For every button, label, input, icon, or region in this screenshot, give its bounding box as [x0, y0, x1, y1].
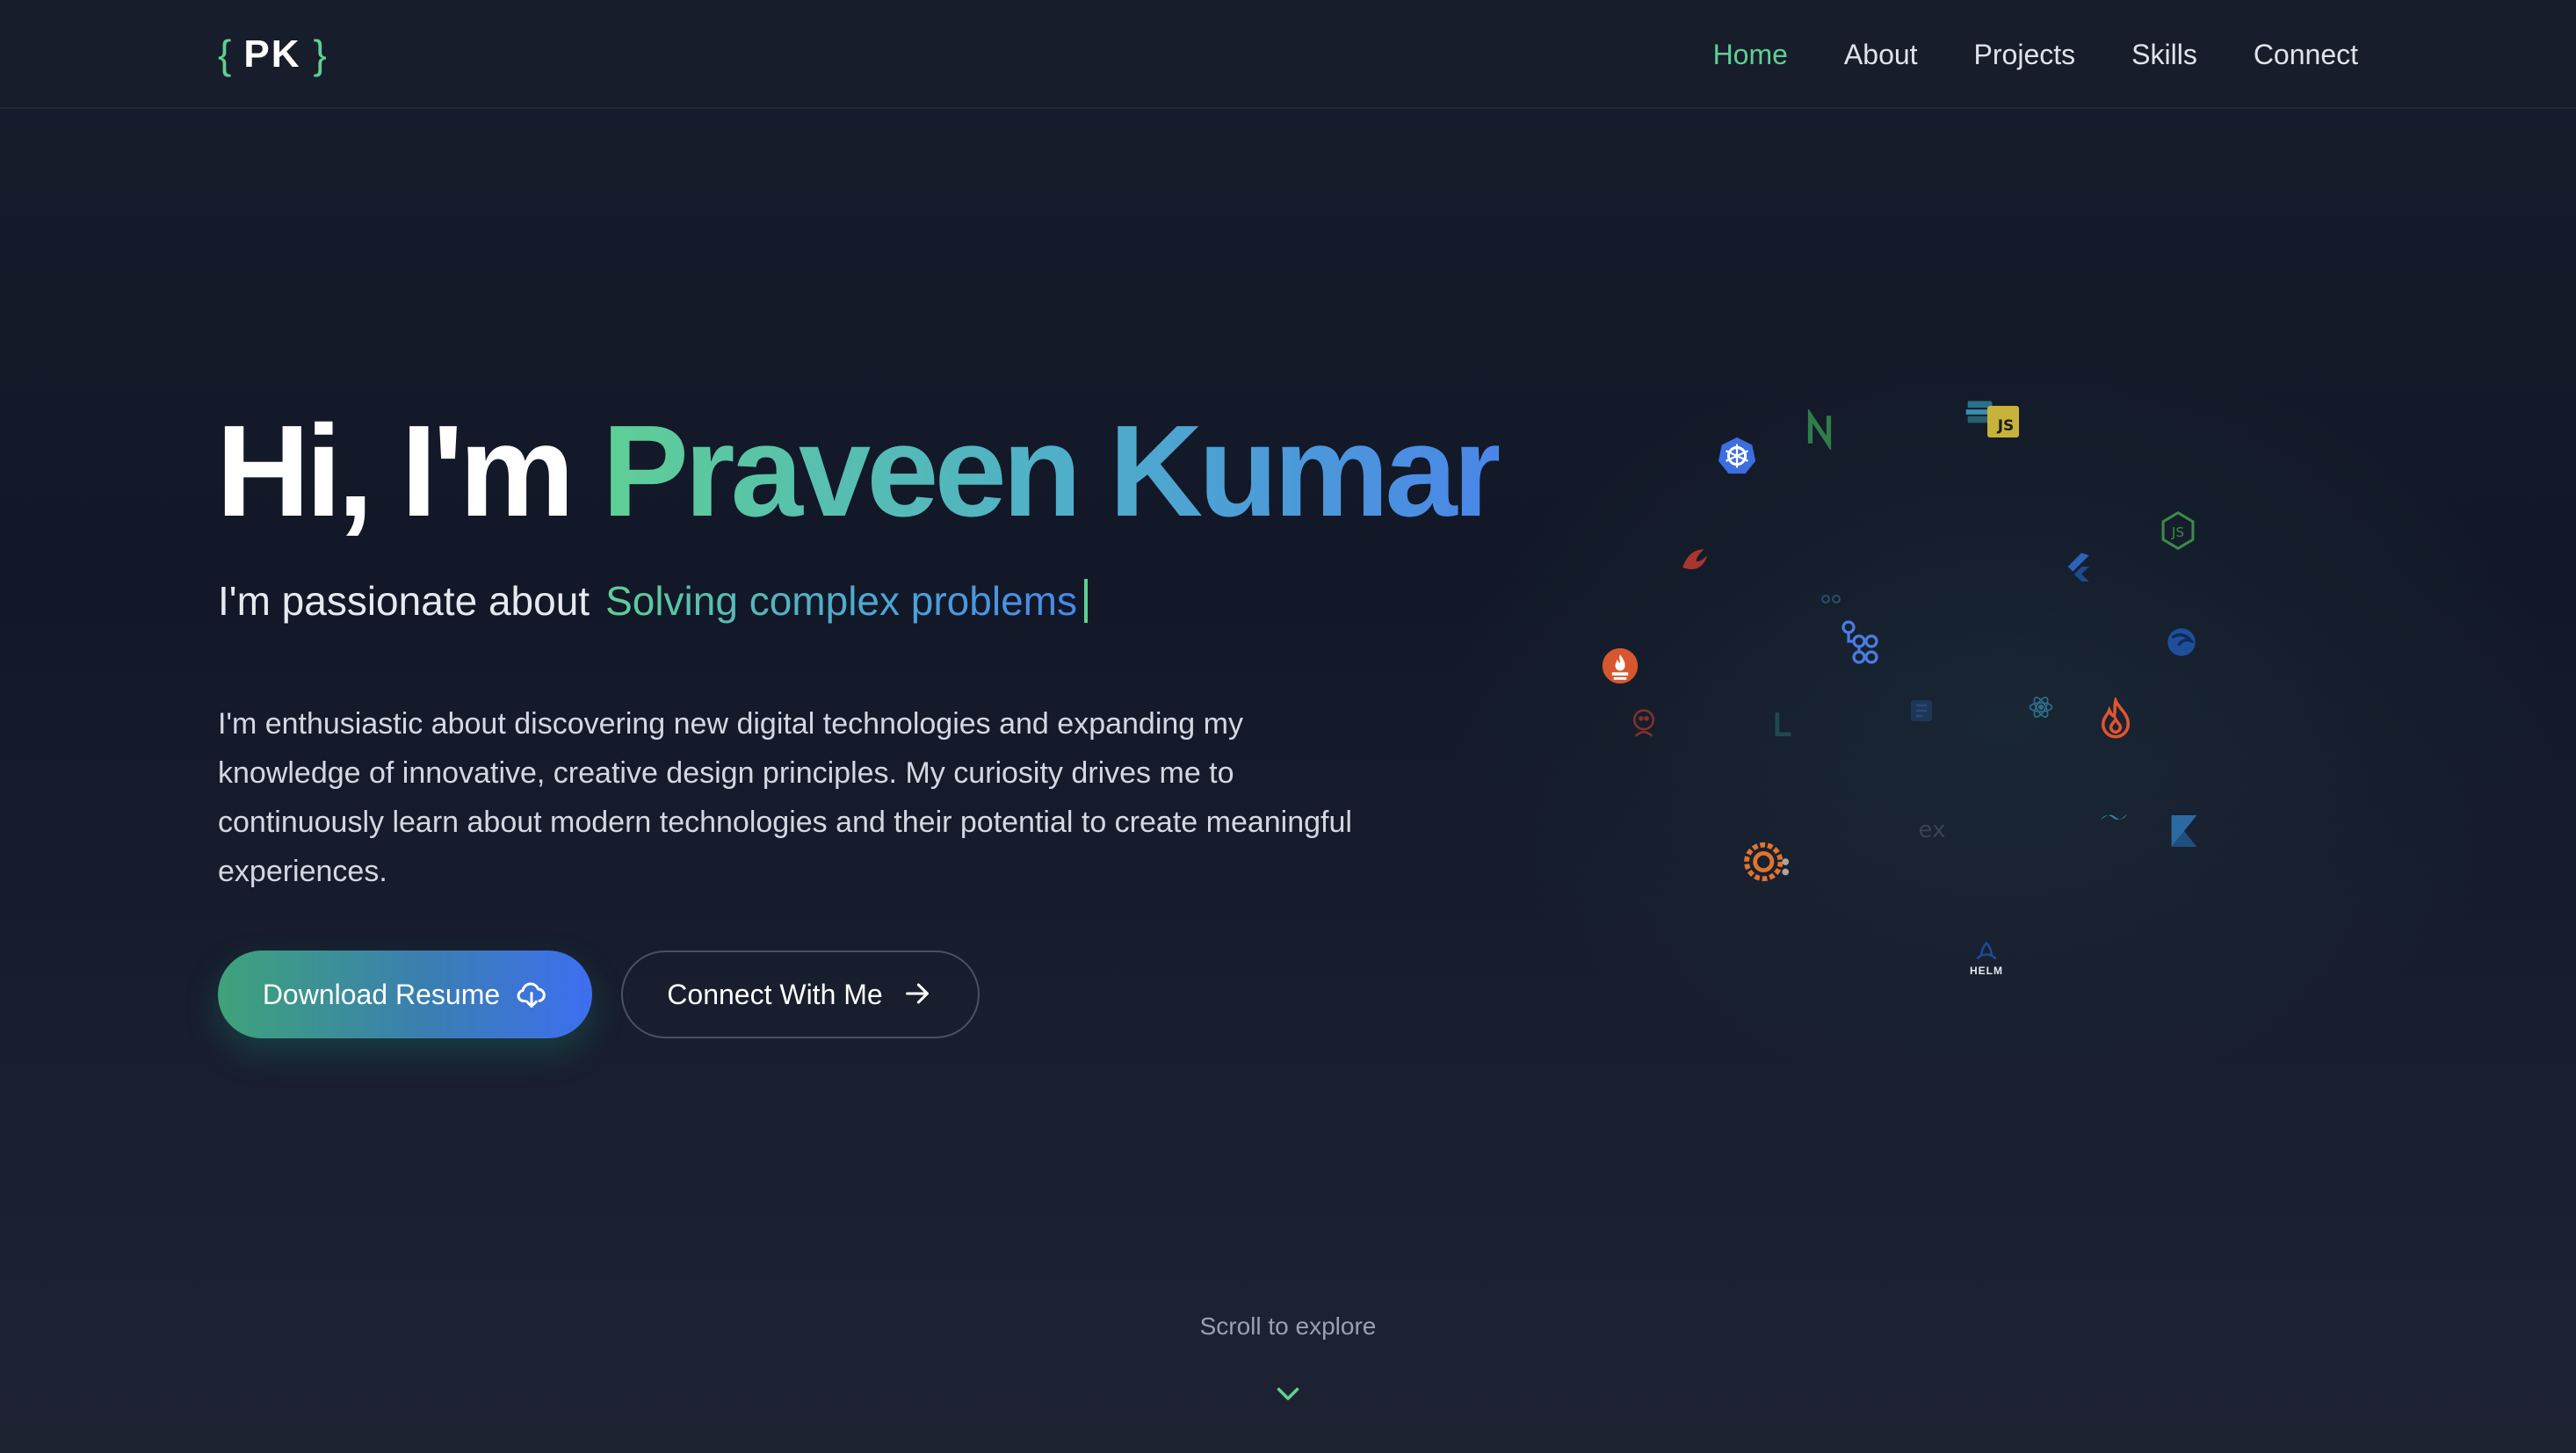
nginx-icon [1801, 409, 1838, 450]
kotlin-icon [2168, 812, 2200, 850]
download-resume-label: Download Resume [262, 978, 501, 1010]
logo-open-brace: { [218, 32, 232, 77]
hero-heading: Hi, I'm Praveen Kumar [216, 397, 1503, 546]
nav-link-skills[interactable]: Skills [2131, 39, 2197, 71]
tagline-lead: I'm passionate about [218, 578, 590, 624]
nav-link-about[interactable]: About [1844, 39, 1918, 71]
express-icon: ex [1918, 817, 1946, 843]
debian-icon [1627, 706, 1661, 741]
logo-initials: PK [243, 33, 301, 76]
hero-greeting: Hi, I'm [216, 399, 575, 544]
js-badge-text: JS [1997, 417, 2015, 435]
tagline-typed-text: Solving complex problems [605, 575, 1077, 627]
github-actions-icon [1840, 620, 1882, 666]
nav-link-projects[interactable]: Projects [1974, 39, 2076, 71]
top-navbar: { PK } Home About Projects Skills Connec… [0, 0, 2576, 109]
grafana-icon [1743, 840, 1794, 884]
nodejs-icon: JS [2160, 511, 2196, 550]
download-resume-button[interactable]: Download Resume [218, 951, 592, 1038]
scroll-to-explore-label: Scroll to explore [1199, 1312, 1377, 1340]
ecs-icon [1819, 592, 1843, 606]
hero-tagline: I'm passionate about Solving complex pro… [218, 575, 1088, 627]
typing-caret [1083, 579, 1088, 623]
connect-with-me-label: Connect With Me [667, 978, 883, 1010]
flutter-icon [2065, 552, 2091, 582]
prometheus-icon [1601, 647, 1639, 685]
chevron-down-icon[interactable] [1272, 1377, 1304, 1409]
page: { PK } Home About Projects Skills Connec… [0, 0, 2576, 1453]
firebase-icon [2096, 698, 2135, 741]
helm-icon: HELM [1963, 929, 2010, 987]
nav-link-home[interactable]: Home [1713, 39, 1788, 71]
nav-link-connect[interactable]: Connect [2254, 39, 2358, 71]
cloud-download-icon [516, 979, 547, 1010]
jenkins-icon [1771, 710, 1794, 740]
postgresql-icon [2163, 624, 2200, 661]
hero-intro-paragraph: I'm enthusiastic about discovering new d… [218, 707, 1352, 888]
connect-with-me-button[interactable]: Connect With Me [621, 951, 980, 1038]
helm-label: HELM [1970, 965, 2003, 977]
site-logo[interactable]: { PK } [218, 30, 327, 79]
arrow-right-icon [902, 979, 934, 1010]
javascript-icon: JS [1987, 406, 2019, 437]
rust-icon [1676, 539, 1713, 575]
kubernetes-icon [1717, 436, 1757, 476]
tailwind-icon [2098, 810, 2130, 831]
react-icon [2028, 694, 2054, 720]
logo-close-brace: } [313, 32, 327, 77]
nav-links: Home About Projects Skills Connect [1713, 30, 2358, 79]
svg-text:JS: JS [2171, 524, 2184, 540]
hero-name: Praveen Kumar [602, 399, 1503, 544]
storybook-icon [1908, 698, 1935, 724]
